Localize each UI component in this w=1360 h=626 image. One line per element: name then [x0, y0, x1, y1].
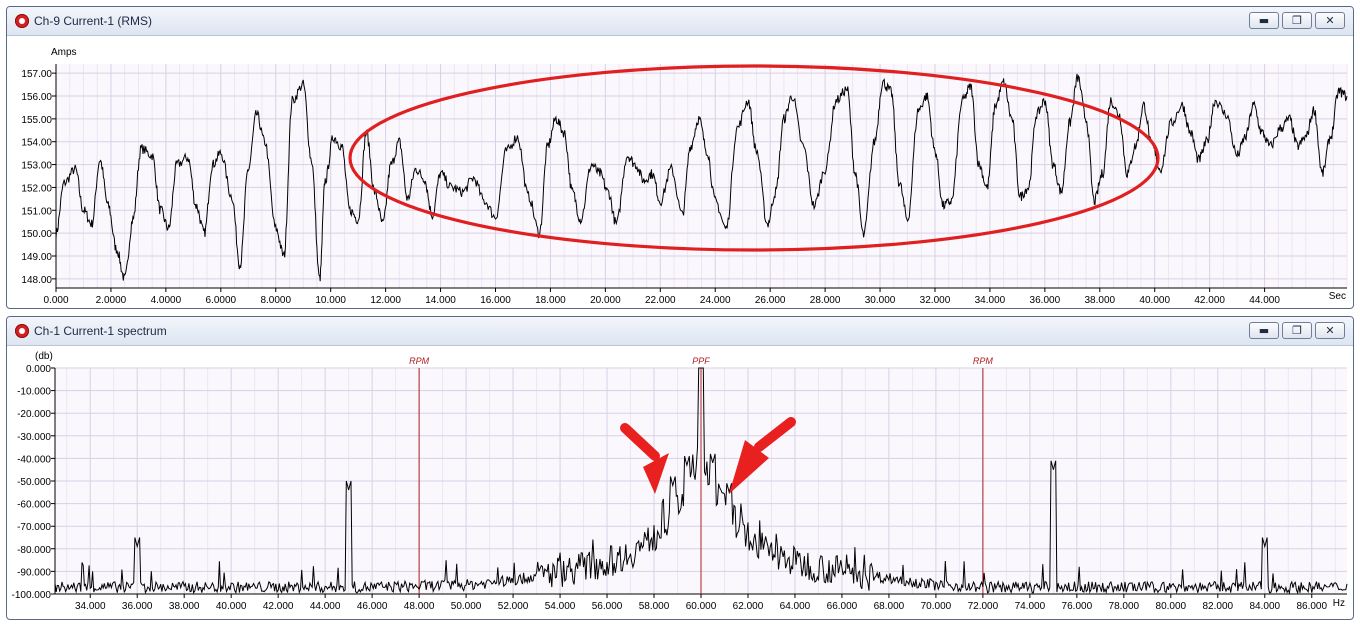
x-axis-label: Hz: [1333, 598, 1345, 609]
x-tick-label: 86.000: [1296, 601, 1327, 612]
y-tick-label: 151.00: [21, 206, 52, 217]
x-tick-label: 44.000: [1249, 295, 1280, 306]
x-tick-label: 6.0000: [206, 295, 237, 306]
close-button[interactable]: ✕: [1315, 12, 1345, 29]
x-tick-label: 42.000: [263, 601, 294, 612]
y-tick-label: 157.00: [21, 69, 52, 80]
x-tick-label: 38.000: [169, 601, 200, 612]
y-tick-label: 149.00: [21, 252, 52, 263]
x-tick-label: 40.000: [216, 601, 247, 612]
x-axis-label: Sec: [1329, 291, 1346, 302]
x-tick-label: 50.000: [451, 601, 482, 612]
x-tick-label: 78.000: [1109, 601, 1140, 612]
x-tick-label: 74.000: [1015, 601, 1046, 612]
x-tick-label: 38.000: [1084, 295, 1115, 306]
y-tick-label: -30.000: [17, 432, 51, 443]
x-tick-label: 28.000: [810, 295, 841, 306]
x-tick-label: 44.000: [310, 601, 341, 612]
y-tick-label: 148.00: [21, 275, 52, 286]
y-tick-label: -10.000: [17, 387, 51, 398]
x-tick-label: 68.000: [874, 601, 905, 612]
spectrum-titlebar[interactable]: Ch-1 Current-1 spectrum ▬ ❐ ✕: [7, 317, 1353, 346]
x-tick-label: 80.000: [1156, 601, 1187, 612]
x-tick-label: 16.000: [480, 295, 511, 306]
x-tick-label: 82.000: [1203, 601, 1234, 612]
x-tick-label: 64.000: [780, 601, 811, 612]
y-tick-label: 156.00: [21, 92, 52, 103]
y-tick-label: -50.000: [17, 477, 51, 488]
rms-chart[interactable]: 0.000 2.0000 4.0000 6.0000 8.0000 10.000 12.00…: [7, 36, 1353, 308]
minimize-button[interactable]: ▬: [1249, 322, 1279, 339]
x-tick-label: 2.0000: [96, 295, 127, 306]
marker-label: RPM: [973, 356, 994, 366]
x-tick-label: 10.000: [315, 295, 346, 306]
x-tick-label: 70.000: [921, 601, 952, 612]
x-tick-label: 84.000: [1249, 601, 1280, 612]
y-tick-label: -90.000: [17, 567, 51, 578]
y-tick-label: 0.000: [26, 364, 51, 375]
minimize-button[interactable]: ▬: [1249, 12, 1279, 29]
y-tick-label: 150.00: [21, 229, 52, 240]
x-tick-label: 48.000: [404, 601, 435, 612]
x-tick-label: 34.000: [975, 295, 1006, 306]
y-tick-label: 153.00: [21, 161, 52, 172]
y-tick-label: -70.000: [17, 522, 51, 533]
x-tick-label: 12.000: [370, 295, 401, 306]
x-tick-label: 32.000: [920, 295, 951, 306]
x-tick-label: 56.000: [592, 601, 623, 612]
x-tick-label: 30.000: [865, 295, 896, 306]
x-tick-label: 58.000: [639, 601, 670, 612]
x-tick-label: 34.000: [75, 601, 106, 612]
x-tick-label: 54.000: [545, 601, 576, 612]
rms-window: Ch-9 Current-1 (RMS) ▬ ❐ ✕ 0.000 2.0000 4.…: [6, 6, 1354, 309]
spectrum-chart[interactable]: 34.000 36.000 38.000 40.000 42.000 44.000 46.0…: [7, 346, 1353, 619]
app-logo-icon: [15, 14, 29, 28]
rms-titlebar[interactable]: Ch-9 Current-1 (RMS) ▬ ❐ ✕: [7, 7, 1353, 36]
x-tick-label: 18.000: [535, 295, 566, 306]
y-tick-label: 155.00: [21, 115, 52, 126]
y-tick-label: -100.000: [12, 590, 52, 601]
spectrum-window-title: Ch-1 Current-1 spectrum: [34, 324, 167, 338]
x-tick-label: 66.000: [827, 601, 858, 612]
x-tick-label: 0.000: [43, 295, 68, 306]
y-tick-label: 152.00: [21, 183, 52, 194]
x-tick-label: 76.000: [1062, 601, 1093, 612]
y-axis-label: Amps: [51, 47, 77, 58]
x-tick-label: 60.000: [686, 601, 717, 612]
x-tick-label: 36.000: [122, 601, 153, 612]
x-tick-label: 24.000: [700, 295, 731, 306]
y-tick-label: -20.000: [17, 409, 51, 420]
y-tick-label: -80.000: [17, 545, 51, 556]
marker-label: PPF: [692, 356, 710, 366]
x-tick-label: 14.000: [425, 295, 456, 306]
x-tick-label: 42.000: [1194, 295, 1225, 306]
x-tick-label: 4.0000: [151, 295, 182, 306]
app-logo-icon: [15, 324, 29, 338]
y-tick-label: -60.000: [17, 500, 51, 511]
x-tick-label: 20.000: [590, 295, 621, 306]
y-tick-label: -40.000: [17, 454, 51, 465]
x-tick-label: 62.000: [733, 601, 764, 612]
marker-label: RPM: [409, 356, 430, 366]
x-tick-label: 72.000: [968, 601, 999, 612]
y-axis-label: (db): [35, 351, 53, 362]
restore-button[interactable]: ❐: [1282, 12, 1312, 29]
close-button[interactable]: ✕: [1315, 322, 1345, 339]
x-tick-label: 46.000: [357, 601, 388, 612]
x-tick-label: 22.000: [645, 295, 676, 306]
y-tick-label: 154.00: [21, 138, 52, 149]
restore-button[interactable]: ❐: [1282, 322, 1312, 339]
x-tick-label: 52.000: [498, 601, 529, 612]
rms-window-title: Ch-9 Current-1 (RMS): [34, 14, 153, 28]
x-tick-label: 40.000: [1139, 295, 1170, 306]
x-tick-label: 26.000: [755, 295, 786, 306]
x-tick-label: 8.0000: [260, 295, 291, 306]
x-tick-label: 36.000: [1030, 295, 1061, 306]
spectrum-window: Ch-1 Current-1 spectrum ▬ ❐ ✕ 34.000 36.0…: [6, 316, 1354, 620]
